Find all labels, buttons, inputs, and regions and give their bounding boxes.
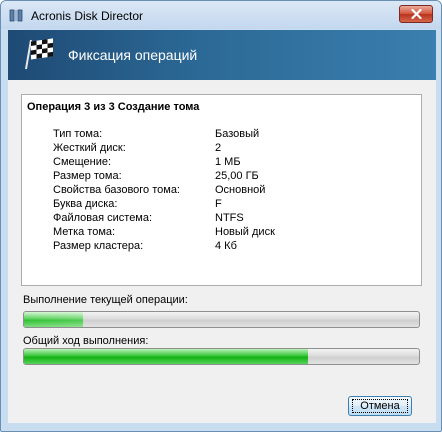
property-label: Жесткий диск: [53, 142, 126, 154]
overall-progress-bar [23, 348, 420, 365]
overall-progress-label: Общий ход выполнения: [23, 335, 149, 347]
current-progress-fill [24, 312, 84, 327]
property-label: Свойства базового тома: [53, 184, 180, 196]
property-label: Тип тома: [53, 128, 103, 140]
property-value: Основной [215, 184, 266, 196]
disk-director-icon [9, 9, 23, 22]
property-row: Размер кластера: 4 Кб [53, 239, 403, 253]
property-value: F [215, 198, 222, 210]
overall-progress-fill [24, 349, 309, 364]
title-bar[interactable]: Acronis Disk Director [1, 1, 441, 29]
property-row: Размер тома: 25,00 ГБ [53, 169, 403, 183]
property-row: Тип тома: Базовый [53, 127, 403, 141]
property-row: Свойства базового тома: Основной [53, 183, 403, 197]
property-row: Жесткий диск: 2 [53, 141, 403, 155]
property-value: Новый диск [215, 226, 275, 238]
property-label: Метка тома: [53, 226, 116, 238]
property-value: 2 [215, 142, 222, 154]
property-row: Смещение: 1 МБ [53, 155, 403, 169]
header-title: Фиксация операций [68, 47, 198, 63]
property-label: Размер тома: [53, 170, 122, 182]
dialog-window: Acronis Disk Director Фиксация операций … [0, 0, 442, 432]
property-row: Буква диска: F [53, 197, 403, 211]
property-value: 4 Кб [215, 240, 237, 252]
close-button[interactable] [399, 5, 433, 23]
cancel-button[interactable]: Отмена [348, 396, 412, 416]
property-value: 1 МБ [215, 156, 241, 168]
operation-title: Операция 3 из 3 Создание тома [27, 101, 200, 113]
operation-details-panel: Операция 3 из 3 Создание тома Тип тома: … [21, 94, 422, 286]
current-progress-label: Выполнение текущей операции: [23, 294, 188, 306]
close-icon [411, 9, 422, 19]
cancel-button-label: Отмена [360, 400, 400, 412]
current-progress-bar [23, 311, 420, 328]
property-label: Буква диска: [53, 198, 118, 210]
property-value: Базовый [215, 128, 260, 140]
property-label: Размер кластера: [53, 240, 144, 252]
checkered-flag-icon [20, 37, 56, 71]
header-banner: Фиксация операций [8, 30, 436, 80]
property-value: 25,00 ГБ [215, 170, 259, 182]
property-label: Файловая система: [53, 212, 153, 224]
window-title: Acronis Disk Director [31, 9, 144, 23]
property-label: Смещение: [53, 156, 112, 168]
property-value: NTFS [215, 212, 244, 224]
operation-properties: Тип тома: Базовый Жесткий диск: 2 Смещен… [53, 127, 403, 253]
property-row: Файловая система: NTFS [53, 211, 403, 225]
dialog-content: Операция 3 из 3 Создание тома Тип тома: … [8, 80, 436, 423]
property-row: Метка тома: Новый диск [53, 225, 403, 239]
